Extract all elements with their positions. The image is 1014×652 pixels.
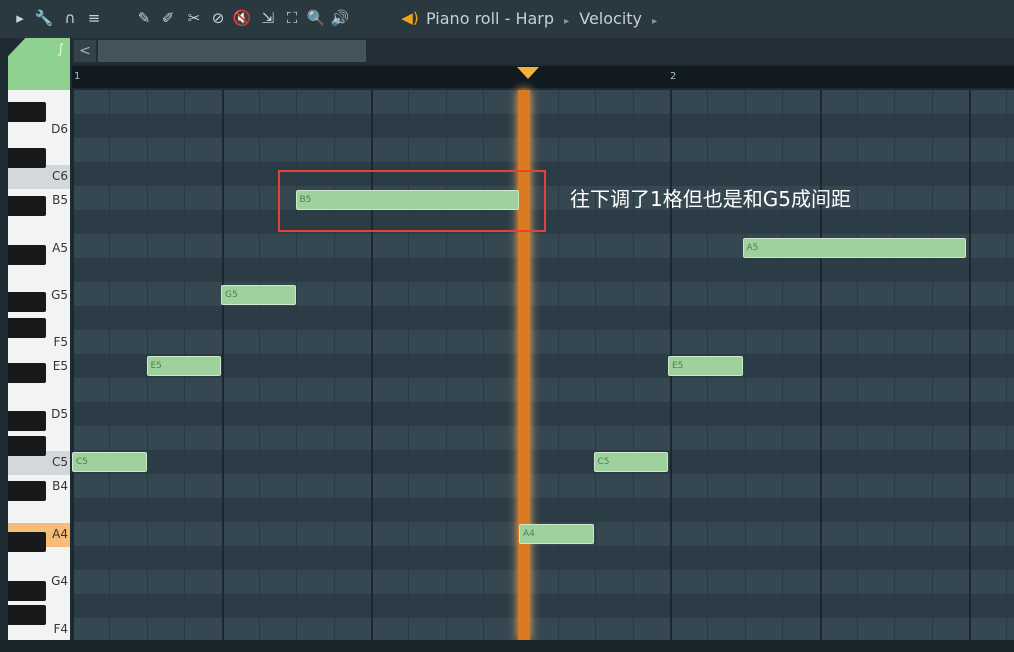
black-key[interactable] xyxy=(8,148,46,168)
title-instrument[interactable]: Harp xyxy=(515,9,554,28)
step-line xyxy=(782,90,783,640)
step-line xyxy=(558,90,559,640)
step-line xyxy=(109,90,110,640)
bar-number: 2 xyxy=(670,71,677,82)
title-velocity[interactable]: Velocity xyxy=(579,9,642,28)
toolbar: ◀) Piano roll - Harp ▸ Velocity ▸ ▸ 🔧 ∩ ≡ ✎ ✐… xyxy=(0,0,1014,38)
annotation-text: 往下调了1格但也是和G5成间距 xyxy=(570,187,851,211)
step-line xyxy=(633,90,634,640)
annotation-highlight-box xyxy=(278,170,546,232)
window-title: Piano roll - Harp ▸ Velocity ▸ xyxy=(426,8,662,30)
step-line xyxy=(595,90,596,640)
slip-icon[interactable]: ⇲ xyxy=(258,8,278,28)
envelope-icon: ∫ xyxy=(57,42,64,57)
menu-icon[interactable]: ≡ xyxy=(84,8,104,28)
key-label-d6: D6 xyxy=(51,122,68,136)
scroll-thumb[interactable] xyxy=(98,40,366,62)
wrench-icon[interactable]: 🔧 xyxy=(34,8,54,28)
step-line xyxy=(745,90,746,640)
beat-line xyxy=(820,90,822,640)
key-label-c6: C6 xyxy=(51,169,68,183)
piano-keyboard[interactable]: D6 C6 B5 A5 G5 F5 E5 D5 C5 B4 A4 G4 F4 xyxy=(8,90,70,640)
key-label-d5: D5 xyxy=(51,407,68,421)
playback-icon[interactable]: 🔊 xyxy=(330,8,350,28)
step-line xyxy=(1006,90,1007,640)
step-line xyxy=(932,90,933,640)
bar-number: 1 xyxy=(74,71,81,82)
bottom-border xyxy=(0,640,1014,652)
title-separator: - xyxy=(504,9,511,28)
speaker-icon[interactable]: ◀) xyxy=(400,8,420,28)
pencil-icon[interactable]: ✎ xyxy=(134,8,154,28)
playhead-marker[interactable] xyxy=(517,67,539,79)
step-line xyxy=(259,90,260,640)
grid-row xyxy=(72,402,1014,426)
note-c5[interactable]: C5 xyxy=(72,452,147,472)
black-key[interactable] xyxy=(8,436,46,456)
key-label-a4: A4 xyxy=(52,527,68,541)
corner-tab[interactable]: ∫ xyxy=(8,38,70,90)
grid-row xyxy=(72,114,1014,138)
mute-icon[interactable]: ⊘ xyxy=(208,8,228,28)
title-piano-roll: Piano roll xyxy=(426,9,500,28)
breadcrumb-separator: ▸ xyxy=(564,16,570,27)
key-label-g5: G5 xyxy=(51,288,68,302)
key-label-e5: E5 xyxy=(52,359,68,373)
timeline-ruler[interactable]: 1 2 xyxy=(72,66,1014,88)
key-label-g4: G4 xyxy=(51,574,68,588)
note-a4[interactable]: A4 xyxy=(519,524,594,544)
grid-row xyxy=(72,258,1014,282)
step-line xyxy=(857,90,858,640)
beat-line xyxy=(72,90,74,640)
note-g5[interactable]: G5 xyxy=(221,285,296,305)
grid-row xyxy=(72,306,1014,330)
breadcrumb-separator: ▸ xyxy=(652,16,658,27)
paint-icon[interactable]: ✐ xyxy=(158,8,178,28)
key-label-f5: F5 xyxy=(53,335,68,349)
note-e5[interactable]: E5 xyxy=(146,356,221,376)
grid-row xyxy=(72,546,1014,570)
magnet-icon[interactable]: ∩ xyxy=(60,8,80,28)
key-label-a5: A5 xyxy=(52,241,68,255)
step-line xyxy=(894,90,895,640)
note-a5[interactable]: A5 xyxy=(742,238,966,258)
key-label-f4: F4 xyxy=(53,622,68,636)
grid-row xyxy=(72,450,1014,474)
play-arrow-icon[interactable]: ▸ xyxy=(10,8,30,28)
grid-row xyxy=(72,594,1014,618)
note-e5[interactable]: E5 xyxy=(668,356,743,376)
beat-line xyxy=(222,90,224,640)
grid-row xyxy=(72,498,1014,522)
black-key[interactable] xyxy=(8,102,46,122)
zoom-icon[interactable]: 🔍 xyxy=(306,8,326,28)
key-label-c5: C5 xyxy=(51,455,68,469)
beat-line xyxy=(969,90,971,640)
note-c5[interactable]: C5 xyxy=(593,452,668,472)
key-label-b4: B4 xyxy=(52,479,68,493)
select-icon[interactable]: ⛶ xyxy=(282,8,302,28)
speaker-mute-icon[interactable]: 🔇 xyxy=(232,8,252,28)
scroll-left-button[interactable]: < xyxy=(74,40,96,62)
slice-icon[interactable]: ✂ xyxy=(184,8,204,28)
key-label-b5: B5 xyxy=(52,193,68,207)
